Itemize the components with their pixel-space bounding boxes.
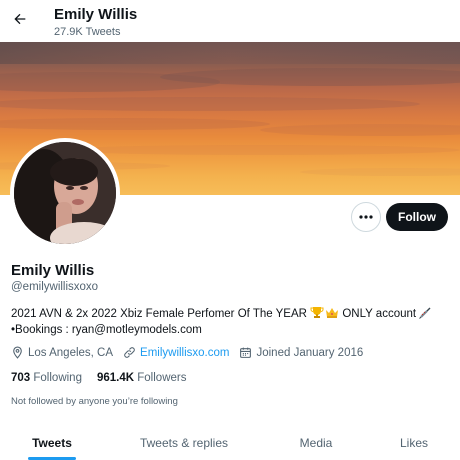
tab-tweets-replies[interactable]: Tweets & replies [104,426,264,460]
header-name: Emily Willis [54,6,138,23]
website: Emilywillisxo.com [123,346,229,359]
more-options-button[interactable] [351,202,381,232]
bio-line-2: •Bookings : ryan@motleymodels.com [11,324,202,336]
joined-text: Joined January 2016 [256,346,364,359]
calendar-icon [240,347,252,358]
following-label: Following [33,372,82,384]
back-button[interactable] [8,7,32,31]
location-pin-icon [13,346,22,359]
tab-likes[interactable]: Likes [368,426,460,460]
following-link[interactable]: 703 Following [11,372,82,384]
syringe-icon [419,307,431,319]
following-count: 703 [11,372,31,384]
location-text: Los Angeles, CA [28,346,114,359]
not-followed-notice: Not followed by anyone you’re following [11,396,178,407]
link-icon [124,347,135,358]
top-bar: Emily Willis 27.9K Tweets [0,0,460,42]
tab-label: Media [299,436,333,450]
tweet-count: 27.9K Tweets [54,26,121,38]
more-horizontal-icon [359,215,373,219]
join-date: Joined January 2016 [239,346,363,359]
crown-icon [326,308,339,318]
profile-tabs: Tweets Tweets & replies Media Likes [0,426,460,460]
profile-handle: @emilywillisxoxo [11,281,99,293]
arrow-left-icon [14,13,26,25]
website-link[interactable]: Emilywillisxo.com [140,347,229,359]
tab-media[interactable]: Media [264,426,368,460]
profile-bio: 2021 AVN & 2x 2022 Xbiz Female Perfomer … [11,306,451,338]
follow-button[interactable]: Follow [386,203,448,231]
tab-label: Tweets [32,436,72,450]
tab-label: Likes [399,436,428,450]
bio-text: 2021 AVN & 2x 2022 Xbiz Female Perfomer … [11,308,311,320]
profile-photo [14,142,116,244]
avatar[interactable] [10,138,120,248]
profile-meta: Los Angeles, CA Emilywillisxo.com Joined… [11,346,373,359]
follow-stats: 703 Following 961.4K Followers [11,372,201,384]
followers-count: 961.4K [96,372,135,384]
followers-link[interactable]: 961.4K Followers [97,372,187,384]
location: Los Angeles, CA [11,346,113,359]
display-name: Emily Willis [11,262,95,279]
tab-label: Tweets & replies [139,436,229,450]
followers-label: Followers [137,372,187,384]
bio-text-2: ONLY account [339,308,417,320]
trophy-icon [310,307,324,318]
bio-line-1: 2021 AVN & 2x 2022 Xbiz Female Perfomer … [11,306,451,322]
tab-tweets[interactable]: Tweets [0,426,104,460]
